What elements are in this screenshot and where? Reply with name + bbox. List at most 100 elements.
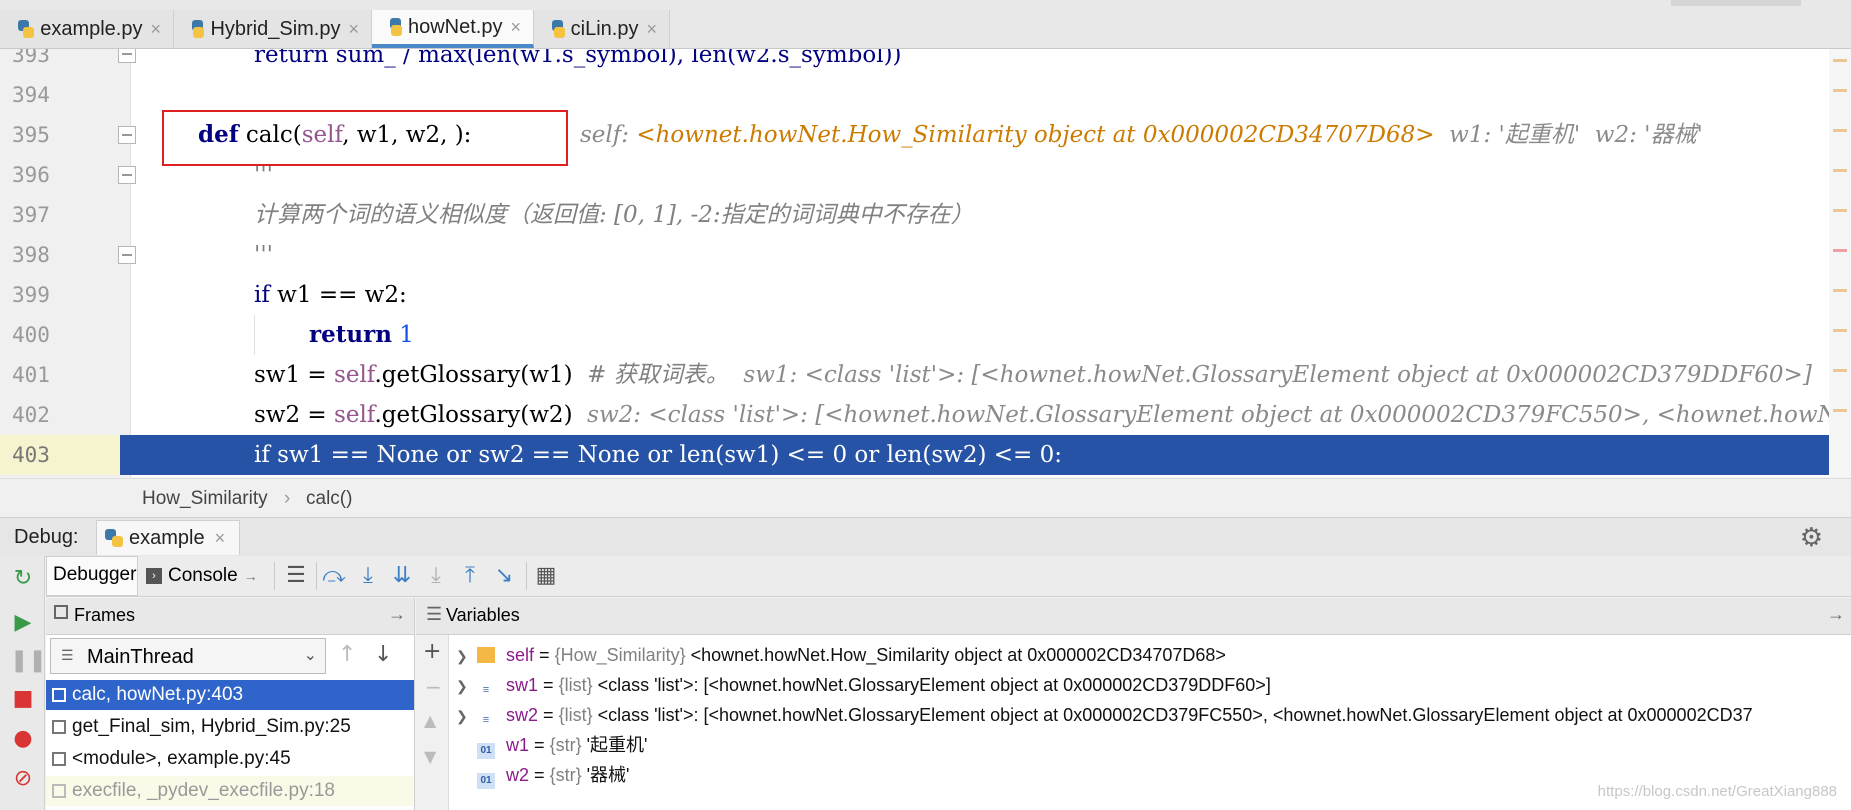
code-line: 399 if w1 == w2: [0, 275, 1851, 315]
tab-label: example.py [40, 17, 143, 40]
expand-arrow-icon[interactable]: ❯ [456, 701, 472, 731]
tab-label: Hybrid_Sim.py [210, 17, 341, 40]
move-up-icon[interactable]: ▲ [424, 711, 436, 730]
pin-icon[interactable]: → [1827, 604, 1845, 625]
inline-debug-value: sw1: <class 'list'>: [<hownet.howNet.Glo… [728, 362, 1812, 388]
frame-item[interactable]: get_Final_sim, Hybrid_Sim.py:25 [46, 712, 414, 742]
editor-scrollbar[interactable] [1829, 49, 1851, 477]
code-line: 400 return 1 [0, 315, 1851, 355]
debug-toolbar: Debugger › Console → ☰ ⤼ ⤓ ⇊ ⤓ ⤒ ↘ ▦ [46, 556, 1851, 597]
breadcrumb-method[interactable]: calc() [306, 488, 352, 510]
tab-hownet-py[interactable]: howNet.py × [372, 10, 534, 48]
debug-session-tab[interactable]: example × [96, 520, 241, 555]
mute-breakpoints-icon[interactable]: ⊘ [10, 766, 36, 791]
breadcrumb-class[interactable]: How_Similarity [142, 488, 268, 510]
object-icon [477, 647, 496, 663]
list-icon: ≡ [482, 714, 490, 726]
expand-arrow-icon[interactable]: ❯ [456, 641, 472, 671]
breadcrumb: How_Similarity › calc() [0, 478, 1851, 517]
step-into-my-code-icon[interactable]: ⇊ [388, 562, 416, 588]
line-number: 393 [12, 49, 50, 67]
code-editor[interactable]: 393 return sum_ / max(len(w1.s_symbol), … [0, 49, 1851, 477]
tab-console[interactable]: › Console → [140, 556, 268, 596]
variable-row-sw2[interactable]: ❯ ≡ sw2 = {list} <class 'list'>: [<howne… [456, 700, 1753, 730]
tab-label: howNet.py [407, 15, 503, 38]
close-icon[interactable]: × [150, 19, 161, 40]
code-text: sw2 = self.getGlossary(w2) sw2: <class '… [254, 395, 1851, 435]
line-number: 396 [12, 163, 50, 187]
stop-icon[interactable]: ■ [10, 686, 36, 711]
line-number: 397 [12, 203, 50, 227]
add-watch-icon[interactable]: + [423, 639, 441, 664]
close-icon[interactable]: × [646, 19, 657, 40]
rerun-icon[interactable]: ↻ [10, 566, 36, 591]
variable-row-w1[interactable]: 01 w1 = {str} '起重机' [456, 730, 647, 760]
close-icon[interactable]: × [348, 19, 359, 40]
gear-icon[interactable]: ⚙ [1800, 522, 1823, 553]
close-icon[interactable]: × [215, 528, 226, 549]
frame-icon [52, 720, 66, 734]
remove-watch-icon[interactable]: − [425, 675, 442, 699]
tab-hybrid-sim-py[interactable]: Hybrid_Sim.py × [174, 10, 372, 48]
editor-tab-bar: example.py × Hybrid_Sim.py × howNet.py ×… [0, 0, 1851, 49]
step-into-icon[interactable]: ⤓ [354, 562, 382, 588]
show-execution-point-icon[interactable]: ☰ [282, 562, 310, 588]
line-number: 402 [12, 403, 50, 427]
tab-debugger[interactable]: Debugger [46, 556, 138, 596]
python-run-icon [105, 529, 123, 547]
close-icon[interactable]: × [510, 17, 521, 38]
force-step-into-icon[interactable]: ⤓ [422, 562, 450, 588]
current-execution-line: 403 if sw1 == None or sw2 == None or len… [0, 435, 1851, 475]
pin-icon[interactable]: → [388, 604, 406, 625]
thread-select[interactable]: ☰ MainThread ⌄ [50, 638, 326, 674]
fold-marker-icon[interactable] [118, 246, 136, 264]
fold-marker-icon[interactable] [118, 49, 136, 63]
highlight-box [162, 110, 568, 166]
tab-label: ciLin.py [570, 17, 639, 40]
indent-guide [254, 315, 255, 355]
debug-label: Debug: [14, 526, 79, 548]
view-breakpoints-icon[interactable]: ● [10, 726, 36, 751]
run-to-cursor-icon[interactable]: ↘ [490, 562, 518, 588]
frames-panel: Frames → ☰ MainThread ⌄ ↑ ↓ calc, howNet… [46, 598, 415, 810]
code-text: if sw1 == None or sw2 == None or len(sw1… [254, 442, 1062, 468]
pin-icon[interactable]: → [244, 568, 258, 584]
tab-example-py[interactable]: example.py × [0, 10, 174, 48]
frame-item[interactable]: <module>, example.py:45 [46, 744, 414, 774]
variable-row-w2[interactable]: 01 w2 = {str} '器械' [456, 760, 629, 790]
breadcrumb-separator: › [284, 488, 291, 509]
next-frame-icon[interactable]: ↓ [374, 642, 392, 667]
line-number: 399 [12, 283, 50, 307]
python-file-icon [192, 20, 205, 38]
frame-icon [52, 688, 66, 702]
code-line: 394 [0, 75, 1851, 115]
frame-item[interactable]: calc, howNet.py:403 [46, 680, 414, 710]
variables-icon: ☰ [426, 604, 443, 624]
code-line: 401 sw1 = self.getGlossary(w1) # 获取词表。 s… [0, 355, 1851, 395]
line-number: 395 [12, 123, 50, 147]
code-text: return 1 [309, 321, 414, 348]
expand-arrow-icon[interactable]: ❯ [456, 671, 472, 701]
variable-row-self[interactable]: ❯ self = {How_Similarity} <hownet.howNet… [456, 640, 1226, 670]
step-out-icon[interactable]: ⤒ [456, 562, 484, 588]
debug-action-rail: ↻ ▶ ❚❚ ■ ● ⊘ [0, 556, 47, 810]
frames-icon [54, 605, 68, 619]
previous-frame-icon[interactable]: ↑ [338, 642, 356, 667]
evaluate-expression-icon[interactable]: ▦ [532, 562, 560, 588]
frame-item[interactable]: execfile, _pydev_execfile.py:18 [46, 776, 414, 806]
code-text: sw1 = self.getGlossary(w1) # 获取词表。 sw1: … [254, 362, 1812, 388]
line-number: 401 [12, 363, 50, 387]
variables-panel: ☰ Variables → + − ▲ ▼ ❯ self = {How_Simi… [416, 598, 1851, 810]
fold-marker-icon[interactable] [118, 126, 136, 144]
inline-debug-value: sw2: <class 'list'>: [<hownet.howNet.Glo… [587, 402, 1851, 428]
line-number: 394 [12, 83, 50, 107]
tab-cilin-py[interactable]: ciLin.py × [534, 10, 670, 48]
line-number: 403 [0, 435, 120, 475]
resume-icon[interactable]: ▶ [10, 610, 36, 635]
variable-row-sw1[interactable]: ❯ ≡ sw1 = {list} <class 'list'>: [<howne… [456, 670, 1271, 700]
pause-icon[interactable]: ❚❚ [10, 648, 47, 673]
inline-debug-value: self: <hownet.howNet.How_Similarity obje… [580, 122, 1703, 148]
step-over-icon[interactable]: ⤼ [320, 562, 348, 588]
fold-marker-icon[interactable] [118, 166, 136, 184]
move-down-icon[interactable]: ▼ [424, 747, 436, 766]
